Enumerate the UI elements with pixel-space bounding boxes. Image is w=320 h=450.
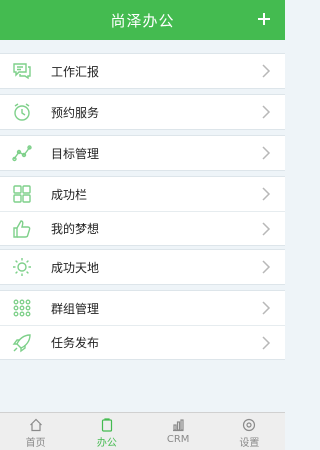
chevron-right-icon (262, 336, 271, 350)
bar-chart-icon (173, 419, 184, 432)
app-header: 尚泽办公 (0, 0, 285, 40)
tab-home[interactable]: 首页 (0, 413, 71, 450)
clipboard-icon (101, 418, 112, 432)
dots-grid-icon (12, 298, 32, 318)
menu-item-label: 群组管理 (51, 301, 100, 316)
menu-item-label: 目标管理 (51, 146, 100, 161)
tab-office[interactable]: 办公 (71, 413, 142, 450)
menu-group: 预约服务 (0, 94, 285, 130)
chevron-right-icon (262, 260, 271, 274)
tab-settings[interactable]: 设置 (214, 413, 285, 450)
menu-item-group-management[interactable]: 群组管理 (0, 291, 285, 325)
thumbs-up-icon (12, 219, 32, 239)
tab-crm[interactable]: CRM (143, 413, 214, 450)
chevron-right-icon (262, 301, 271, 315)
chevron-right-icon (262, 105, 271, 119)
menu-item-goals[interactable]: 目标管理 (0, 136, 285, 170)
menu-item-label: 预约服务 (51, 105, 100, 120)
chat-bubbles-icon (12, 61, 32, 81)
grid-icon (12, 184, 32, 204)
home-icon (29, 418, 42, 432)
menu-item-label: 成功天地 (51, 260, 100, 275)
menu-item-booking[interactable]: 预约服务 (0, 95, 285, 129)
menu-item-label: 任务发布 (51, 336, 100, 350)
rocket-icon (12, 333, 32, 353)
menu-group: 工作汇报 (0, 53, 285, 89)
bottom-tab-bar: 首页 办公 CRM 设置 (0, 412, 285, 450)
tab-label: 办公 (96, 438, 117, 449)
gear-icon (243, 418, 256, 432)
menu-item-work-report[interactable]: 工作汇报 (0, 54, 285, 88)
tab-label: 设置 (239, 438, 260, 449)
menu-item-label: 我的梦想 (51, 222, 100, 236)
chevron-right-icon (262, 146, 271, 160)
menu-item-label: 成功栏 (51, 187, 88, 202)
tab-label: 首页 (25, 438, 46, 449)
menu-item-success-column[interactable]: 成功栏 (0, 177, 285, 211)
alarm-clock-icon (12, 102, 32, 122)
chevron-right-icon (262, 64, 271, 78)
tab-label: CRM (166, 434, 190, 445)
menu-item-success-world[interactable]: 成功天地 (0, 250, 285, 284)
menu-group: 成功天地 (0, 249, 285, 285)
plus-icon (258, 13, 270, 25)
add-button[interactable] (253, 8, 275, 30)
menu-item-my-dream[interactable]: 我的梦想 (0, 211, 285, 245)
trend-line-icon (12, 143, 32, 163)
sun-icon (12, 257, 32, 277)
menu-group: 目标管理 (0, 135, 285, 171)
chevron-right-icon (262, 187, 271, 201)
page-title: 尚泽办公 (110, 11, 175, 30)
menu-group: 成功栏 我的梦想 (0, 176, 285, 246)
menu-group: 群组管理 任务发布 (0, 290, 285, 360)
chevron-right-icon (262, 222, 271, 236)
menu-item-task-publish[interactable]: 任务发布 (0, 325, 285, 359)
menu-item-label: 工作汇报 (51, 64, 100, 79)
